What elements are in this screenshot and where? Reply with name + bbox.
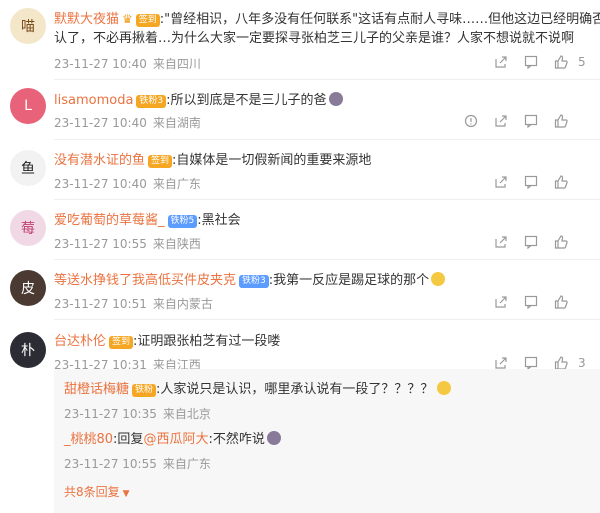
location: 来自湖南 bbox=[152, 116, 201, 130]
timestamp: 23-11-27 10:51 bbox=[54, 297, 147, 311]
comment-4: 莓 爱吃葡萄的草莓酱_ 铁粉5:黑社会 23-11-27 10:55 来自陕西 bbox=[0, 200, 600, 260]
reply-2-text: _桃桃80:回复@西瓜阿大:不然咋说 bbox=[64, 431, 281, 449]
username[interactable]: 爱吃葡萄的草莓酱_ bbox=[54, 213, 165, 228]
location: 来自北京 bbox=[162, 407, 211, 421]
comment-icon[interactable] bbox=[516, 233, 546, 251]
reply-2-meta: 23-11-27 10:55 来自广东 bbox=[64, 455, 211, 472]
comment-text: 没有潜水证的鱼 签到:自媒体是一切假新闻的重要来源地 bbox=[54, 153, 372, 168]
timestamp: 23-11-27 10:35 bbox=[64, 407, 157, 421]
fan-badge: 签到 bbox=[148, 155, 173, 168]
like-count: 5 bbox=[578, 55, 586, 69]
avatar[interactable]: 皮 bbox=[10, 270, 46, 306]
comment-meta: 23-11-27 10:51 来自内蒙古 bbox=[54, 295, 213, 312]
share-icon[interactable] bbox=[486, 173, 516, 191]
username[interactable]: lisamomoda bbox=[54, 93, 133, 108]
reply-1-text: 甜橙话梅糖 铁粉:人家说只是认识，哪里承认说有一段了？？？？ bbox=[64, 381, 452, 399]
share-icon[interactable] bbox=[486, 112, 516, 130]
avatar[interactable]: 鱼 bbox=[10, 150, 46, 186]
chevron-down-icon: ▼ bbox=[122, 489, 130, 499]
comment-2: L lisamomoda 铁粉3:所以到底是不是三儿子的爸 23-11-27 10… bbox=[0, 80, 600, 140]
timestamp: 23-11-27 10:40 bbox=[54, 116, 147, 130]
avatar[interactable]: 莓 bbox=[10, 210, 46, 246]
comment-3: 鱼 没有潜水证的鱼 签到:自媒体是一切假新闻的重要来源地 23-11-27 10:… bbox=[0, 140, 600, 200]
mention-link[interactable]: @西瓜阿大 bbox=[143, 432, 208, 447]
reply-username[interactable]: _桃桃80 bbox=[64, 432, 113, 447]
location: 来自广东 bbox=[152, 177, 201, 191]
comment-icon[interactable] bbox=[516, 53, 546, 71]
replies-panel: 甜橙话梅糖 铁粉:人家说只是认识，哪里承认说有一段了？？？？ 23-11-27 1… bbox=[54, 369, 600, 513]
share-icon[interactable] bbox=[486, 293, 516, 311]
emoji-icon bbox=[266, 431, 281, 445]
timestamp: 23-11-27 10:40 bbox=[54, 177, 147, 191]
comment-6: 朴 台达朴伦 签到:证明跟张柏芝有过一段喽 23-11-27 10:31 来自江西 … bbox=[0, 320, 600, 372]
share-icon[interactable] bbox=[486, 53, 516, 71]
location: 来自广东 bbox=[162, 457, 211, 471]
comment-text-continued: 认了，不必再揪着…为什么大家一定要探寻张柏芝三儿子的父亲是谁？人家不想说就不说啊 bbox=[54, 31, 575, 46]
avatar[interactable]: 朴 bbox=[10, 332, 46, 368]
like-icon[interactable] bbox=[546, 173, 576, 191]
reply-username[interactable]: 甜橙话梅糖 bbox=[64, 382, 129, 397]
timestamp: 23-11-27 10:40 bbox=[54, 57, 147, 71]
comment-text: 默默大夜猫 ♛ 签到:"曾经相识，八年多没有任何联系"这话有点耐人寻味……但他这边已… bbox=[54, 12, 600, 27]
comment-text: 爱吃葡萄的草莓酱_ 铁粉5:黑社会 bbox=[54, 213, 241, 228]
comment-actions bbox=[486, 233, 590, 251]
comment-icon[interactable] bbox=[516, 293, 546, 311]
share-icon[interactable] bbox=[486, 233, 516, 251]
comment-1: 喵 默默大夜猫 ♛ 签到:"曾经相识，八年多没有任何联系"这话有点耐人寻味……但他这… bbox=[0, 0, 600, 80]
like-icon[interactable] bbox=[546, 233, 576, 251]
crown-icon: ♛ bbox=[122, 12, 133, 26]
like-icon[interactable] bbox=[546, 112, 576, 130]
comment-icon[interactable] bbox=[516, 173, 546, 191]
username[interactable]: 台达朴伦 bbox=[54, 334, 106, 349]
fan-badge: 铁粉5 bbox=[167, 215, 198, 228]
comment-actions bbox=[456, 112, 590, 130]
like-count: 3 bbox=[578, 356, 586, 370]
avatar[interactable]: L bbox=[10, 88, 46, 124]
laughing-emoji-icon bbox=[431, 272, 446, 286]
report-icon[interactable] bbox=[456, 112, 486, 130]
like-icon[interactable] bbox=[546, 53, 576, 71]
timestamp: 23-11-27 10:55 bbox=[64, 457, 157, 471]
location: 来自内蒙古 bbox=[152, 297, 213, 311]
fan-badge: 签到 bbox=[135, 14, 160, 27]
comment-text: lisamomoda 铁粉3:所以到底是不是三儿子的爸 bbox=[54, 92, 590, 110]
location: 来自陕西 bbox=[152, 237, 201, 251]
fan-badge: 签到 bbox=[109, 336, 134, 349]
comment-meta: 23-11-27 10:55 来自陕西 bbox=[54, 235, 201, 252]
location: 来自四川 bbox=[152, 57, 201, 71]
comment-text: 等送水挣钱了我高低买件皮夹克 铁粉3:我第一反应是踢足球的那个 bbox=[54, 272, 590, 290]
comment-actions: 5 bbox=[486, 53, 590, 71]
username[interactable]: 没有潜水证的鱼 bbox=[54, 153, 145, 168]
avatar[interactable]: 喵 bbox=[10, 8, 46, 44]
comment-meta: 23-11-27 10:40 来自四川 bbox=[54, 55, 201, 72]
comment-5: 皮 等送水挣钱了我高低买件皮夹克 铁粉3:我第一反应是踢足球的那个 23-11-2… bbox=[0, 260, 600, 320]
fan-badge: 铁粉 bbox=[132, 384, 157, 397]
thinking-emoji-icon bbox=[437, 381, 452, 395]
comment-icon[interactable] bbox=[516, 112, 546, 130]
emoji-icon bbox=[328, 92, 343, 106]
reply-1-meta: 23-11-27 10:35 来自北京 bbox=[64, 405, 211, 422]
username[interactable]: 等送水挣钱了我高低买件皮夹克 bbox=[54, 273, 236, 288]
fan-badge: 铁粉3 bbox=[136, 95, 167, 108]
timestamp: 23-11-27 10:55 bbox=[54, 237, 147, 251]
comment-actions bbox=[486, 173, 590, 191]
more-replies-link[interactable]: 共8条回复 ▼ bbox=[64, 483, 130, 500]
fan-badge: 铁粉3 bbox=[239, 275, 269, 288]
username[interactable]: 默默大夜猫 bbox=[54, 12, 119, 27]
comment-actions bbox=[486, 293, 590, 311]
comment-meta: 23-11-27 10:40 来自广东 bbox=[54, 175, 201, 192]
like-icon[interactable] bbox=[546, 293, 576, 311]
comment-text: 台达朴伦 签到:证明跟张柏芝有过一段喽 bbox=[54, 334, 281, 349]
comment-meta: 23-11-27 10:40 来自湖南 bbox=[54, 114, 201, 131]
